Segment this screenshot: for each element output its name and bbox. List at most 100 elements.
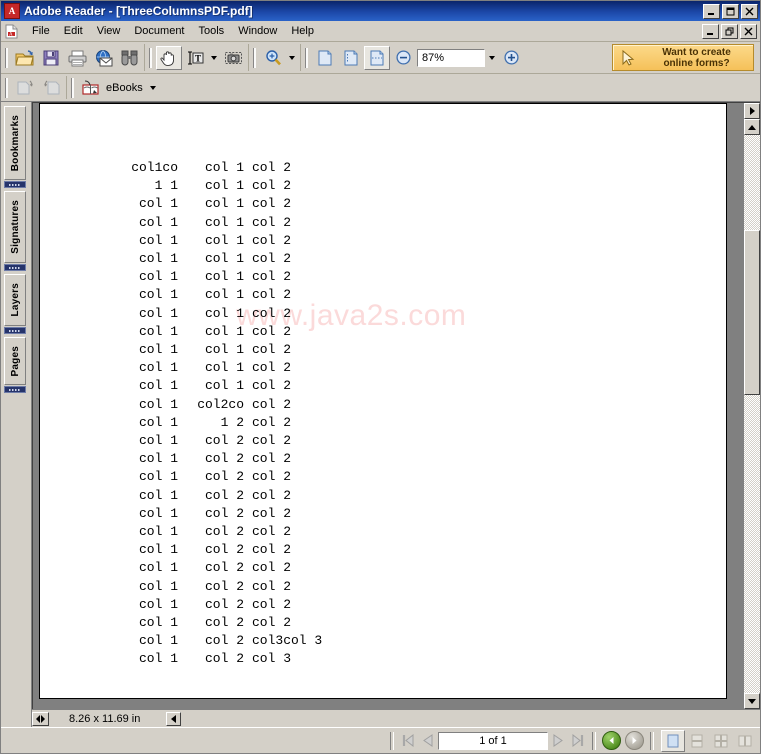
adobe-reader-icon: A [4, 3, 20, 19]
vertical-scrollbar-thumb[interactable] [744, 230, 760, 395]
pdf-text-content: col1co col 1 col 21 1 col 1 col 2 col 1 col 1c… [102, 159, 332, 669]
zoom-out-button[interactable] [390, 46, 416, 70]
menu-edit[interactable]: Edit [57, 23, 90, 39]
pdf-text-cell-col2: col 1 [204, 342, 244, 358]
horizontal-scroll-left-button[interactable] [166, 711, 182, 726]
menu-window[interactable]: Window [231, 23, 284, 39]
menu-bar: A File Edit View Document Tools Window H… [1, 21, 760, 42]
toolbar-grip[interactable] [71, 77, 75, 98]
sidebar-item-pages[interactable]: Pages [4, 337, 26, 385]
next-view-button[interactable] [38, 76, 64, 100]
menu-view[interactable]: View [90, 23, 128, 39]
chevron-down-icon[interactable] [486, 47, 498, 69]
snapshot-button[interactable] [220, 46, 246, 70]
pdf-text-cell-col2: col 2 [204, 505, 244, 521]
fit-page-button[interactable] [338, 46, 364, 70]
first-page-button[interactable] [398, 732, 418, 750]
bookmarks-tab-grip[interactable] [4, 181, 26, 188]
zoom-tool-button[interactable] [260, 46, 286, 70]
actual-size-button[interactable] [312, 46, 338, 70]
go-forward-button[interactable] [625, 731, 644, 750]
print-button[interactable] [64, 46, 90, 70]
last-page-button[interactable] [568, 732, 588, 750]
open-file-button[interactable] [12, 46, 38, 70]
ebooks-label[interactable]: eBooks [104, 82, 147, 94]
continuous-layout-button[interactable] [685, 730, 709, 752]
toolbar-grip[interactable] [305, 47, 309, 68]
online-forms-promo-button[interactable]: Want to create online forms? [612, 44, 754, 71]
pdf-text-cell-col3: col 2 [252, 396, 292, 412]
sidebar-item-signatures[interactable]: Signatures [4, 191, 26, 263]
menu-help[interactable]: Help [284, 23, 321, 39]
previous-view-button[interactable] [12, 76, 38, 100]
layers-tab-grip[interactable] [4, 327, 26, 334]
pdf-text-row: col 1 col 2 col 3 [102, 650, 332, 668]
page-scroll-area[interactable]: www.java2s.com col1co col 1 col 21 1 col 1c… [33, 103, 743, 709]
page-size-label: 8.26 x 11.69 in [69, 712, 141, 725]
zoom-level-input[interactable]: 87% [417, 48, 485, 67]
pdf-text-cell-col1: col 1 [138, 524, 178, 540]
close-button[interactable] [741, 3, 758, 19]
next-page-button[interactable] [548, 732, 568, 750]
pdf-text-cell-col1: col 1 [138, 578, 178, 594]
continuous-facing-layout-button[interactable] [733, 730, 757, 752]
toolbar-grip[interactable] [149, 47, 153, 68]
pdf-text-cell-col1: col 1 [138, 360, 178, 376]
zoom-toolbar-group [249, 44, 301, 71]
go-back-button[interactable] [602, 731, 621, 750]
scroll-collapse-button[interactable] [744, 103, 760, 119]
scroll-down-button[interactable] [744, 693, 760, 709]
pdf-text-cell-col3: col 2 [252, 433, 292, 449]
fit-width-button[interactable] [364, 45, 390, 70]
toolbar-grip[interactable] [5, 77, 9, 98]
status-bar: 1 of 1 [1, 727, 760, 753]
toolbar-grip[interactable] [253, 47, 257, 68]
vertical-scrollbar[interactable] [743, 103, 760, 709]
ebooks-toolbar-group: eBooks [67, 76, 161, 99]
save-button[interactable] [38, 46, 64, 70]
pdf-text-cell-col2: col 1 [204, 232, 244, 248]
pdf-text-cell-col3: col 2 [252, 414, 292, 430]
pdf-text-cell-col2: col 2 [204, 578, 244, 594]
chevron-down-icon[interactable] [208, 47, 220, 69]
document-restore-button[interactable] [721, 23, 738, 39]
page-number-input[interactable]: 1 of 1 [438, 731, 548, 750]
search-button[interactable] [116, 46, 142, 70]
pdf-text-row: col 1 col 1 col 2 [102, 232, 332, 250]
pdf-text-cell-col1: col 1 [138, 214, 178, 230]
ebooks-icon[interactable] [78, 76, 104, 100]
pane-resize-grip[interactable] [32, 711, 49, 726]
view-toolbar-group: 87% [301, 44, 526, 71]
previous-page-button[interactable] [418, 732, 438, 750]
document-minimize-button[interactable] [702, 23, 719, 39]
email-button[interactable] [90, 46, 116, 70]
hand-tool-button[interactable] [156, 45, 182, 70]
toolbar-grip[interactable] [5, 47, 9, 68]
scroll-up-button[interactable] [744, 119, 760, 135]
signatures-tab-grip[interactable] [4, 264, 26, 271]
document-close-button[interactable] [740, 23, 757, 39]
chevron-down-icon[interactable] [147, 77, 159, 99]
pages-tab-grip[interactable] [4, 386, 26, 393]
pdf-text-row: col 1 col 1 col 2 [102, 250, 332, 268]
pdf-text-cell-col2: col 2 [204, 651, 244, 667]
minimize-button[interactable] [703, 3, 720, 19]
sidebar-item-layers[interactable]: Layers [4, 274, 26, 326]
file-toolbar-group [1, 44, 145, 71]
pdf-text-row: col 1 col 1 col 2 [102, 268, 332, 286]
sidebar-item-bookmarks[interactable]: Bookmarks [4, 106, 26, 180]
pdf-text-cell-col1: col 1 [138, 596, 178, 612]
pages-tab-label: Pages [9, 345, 21, 377]
facing-layout-button[interactable] [709, 730, 733, 752]
maximize-button[interactable] [722, 3, 739, 19]
select-text-button[interactable]: T [182, 46, 208, 70]
menu-tools[interactable]: Tools [192, 23, 232, 39]
chevron-down-icon[interactable] [286, 47, 298, 69]
zoom-in-button[interactable] [498, 46, 524, 70]
menu-document[interactable]: Document [127, 23, 191, 39]
pdf-text-row: col 1 col 1 col 2 [102, 195, 332, 213]
menu-file[interactable]: File [25, 23, 57, 39]
pdf-text-cell-col3: col 2 [252, 360, 292, 376]
single-page-layout-button[interactable] [661, 729, 685, 752]
pdf-text-cell-col1: col 1 [138, 196, 178, 212]
